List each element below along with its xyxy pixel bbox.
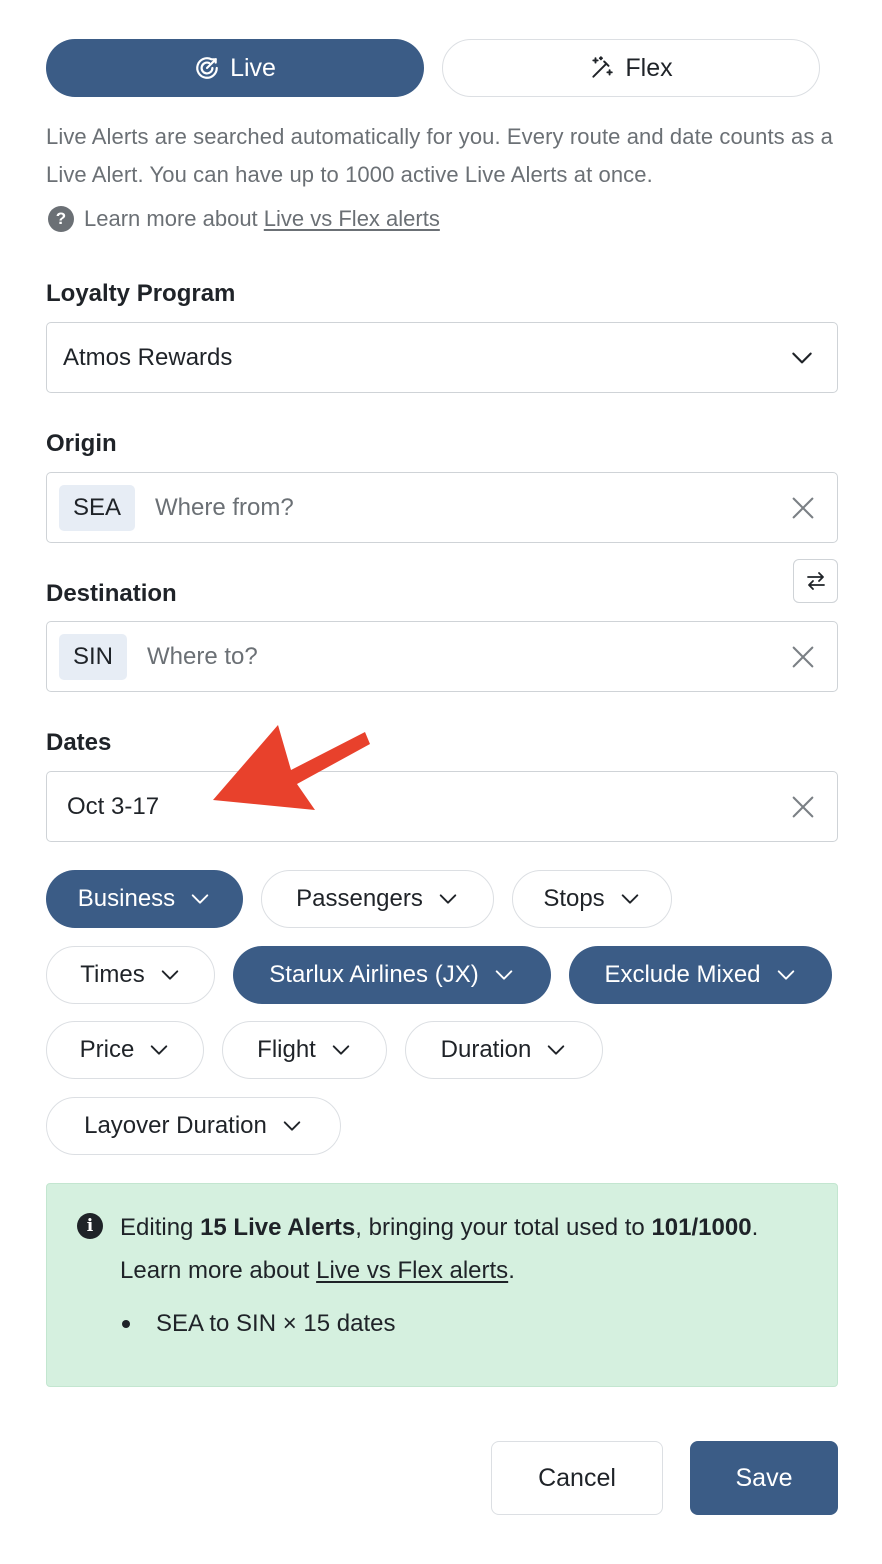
filter-label: Starlux Airlines (JX): [269, 961, 479, 988]
magic-wand-icon: [592, 56, 614, 78]
dates-value: Oct 3-17: [67, 792, 160, 820]
learn-more-text: Learn more about Live vs Flex alerts: [84, 206, 440, 232]
filter-exclude-mixed[interactable]: Exclude Mixed: [569, 946, 832, 1004]
cancel-button[interactable]: Cancel: [491, 1441, 663, 1515]
filter-label: Passengers: [296, 885, 423, 912]
chevron-down-icon: [151, 1045, 168, 1055]
filter-layover-duration[interactable]: Layover Duration: [46, 1097, 341, 1155]
route-summary: SEA to SIN × 15 dates: [156, 1310, 396, 1337]
info-learn-suffix: .: [508, 1257, 515, 1284]
filter-passengers[interactable]: Passengers: [261, 870, 494, 928]
filter-label: Stops: [543, 885, 605, 912]
chevron-down-icon: [283, 1121, 301, 1131]
live-mode-button[interactable]: Live: [46, 39, 424, 97]
help-icon: ?: [48, 206, 74, 232]
flex-mode-label: Flex: [625, 53, 673, 82]
origin-input[interactable]: Where from?: [155, 494, 294, 522]
filter-label: Flight: [257, 1036, 316, 1063]
info-learn-prefix: Learn more about: [120, 1257, 317, 1284]
editing-middle: , bringing your total used to: [355, 1214, 652, 1241]
filter-airline-starlux[interactable]: Starlux Airlines (JX): [233, 946, 551, 1004]
chevron-down-icon: [161, 970, 178, 980]
flex-mode-button[interactable]: Flex: [442, 39, 820, 97]
filter-label: Duration: [440, 1036, 532, 1063]
chevron-down-icon: [439, 894, 457, 904]
editing-period: .: [751, 1214, 759, 1241]
swap-origin-destination-button[interactable]: [793, 559, 838, 603]
chevron-down-icon: [548, 1045, 565, 1055]
total-used: 101/1000: [651, 1214, 752, 1241]
live-mode-label: Live: [230, 53, 276, 82]
clear-destination-icon[interactable]: [789, 643, 817, 671]
chevron-down-icon: [777, 970, 794, 980]
alert-routes-list: SEA to SIN × 15 dates: [120, 1310, 395, 1338]
save-button[interactable]: Save: [690, 1441, 838, 1515]
clear-dates-icon[interactable]: [789, 793, 817, 821]
live-vs-flex-link[interactable]: Live vs Flex alerts: [264, 206, 440, 231]
chevron-down-icon: [332, 1045, 350, 1055]
filter-label: Times: [80, 961, 145, 988]
chevron-down-icon: [792, 352, 812, 363]
destination-airport-chip[interactable]: SIN: [59, 633, 128, 680]
filter-label: Price: [79, 1036, 135, 1063]
filter-label: Business: [77, 885, 176, 912]
filter-cabin-business[interactable]: Business: [46, 870, 243, 928]
destination-field[interactable]: SIN Where to?: [46, 621, 838, 692]
loyalty-program-value: Atmos Rewards: [63, 343, 233, 371]
bullet-icon: [122, 1320, 130, 1328]
alerts-description: Live Alerts are searched automatically f…: [46, 124, 833, 187]
alert-usage-message: Editing 15 Live Alerts, bringing your to…: [120, 1206, 820, 1292]
dates-label: Dates: [46, 729, 112, 756]
list-item: SEA to SIN × 15 dates: [120, 1310, 395, 1338]
editing-count: 15 Live Alerts: [200, 1214, 356, 1241]
annotation-arrow-icon: [213, 725, 370, 810]
info-icon: i: [77, 1213, 103, 1239]
dates-field[interactable]: Oct 3-17: [46, 771, 838, 842]
filter-stops[interactable]: Stops: [512, 870, 672, 928]
loyalty-program-select[interactable]: Atmos Rewards: [46, 322, 838, 393]
origin-label: Origin: [46, 430, 117, 457]
learn-more-row: ? Learn more about Live vs Flex alerts: [48, 206, 440, 232]
filter-label: Layover Duration: [84, 1112, 267, 1139]
chevron-down-icon: [495, 970, 512, 980]
alert-usage-info-box: i Editing 15 Live Alerts, bringing your …: [46, 1183, 838, 1387]
filter-times[interactable]: Times: [46, 946, 215, 1004]
filter-label: Exclude Mixed: [604, 961, 761, 988]
clear-origin-icon[interactable]: [789, 494, 817, 522]
filter-duration[interactable]: Duration: [405, 1021, 603, 1079]
destination-input[interactable]: Where to?: [147, 643, 258, 671]
learn-more-prefix: Learn more about: [84, 206, 264, 231]
target-icon: [196, 57, 218, 79]
editing-prefix: Editing: [120, 1214, 201, 1241]
destination-label: Destination: [46, 580, 177, 607]
swap-arrows-icon: [806, 572, 825, 590]
loyalty-program-label: Loyalty Program: [46, 280, 236, 307]
chevron-down-icon: [621, 894, 638, 904]
chevron-down-icon: [191, 894, 209, 904]
origin-airport-chip[interactable]: SEA: [59, 484, 136, 531]
filter-price[interactable]: Price: [46, 1021, 204, 1079]
filter-flight[interactable]: Flight: [222, 1021, 387, 1079]
info-live-vs-flex-link[interactable]: Live vs Flex alerts: [316, 1257, 508, 1284]
origin-field[interactable]: SEA Where from?: [46, 472, 838, 543]
